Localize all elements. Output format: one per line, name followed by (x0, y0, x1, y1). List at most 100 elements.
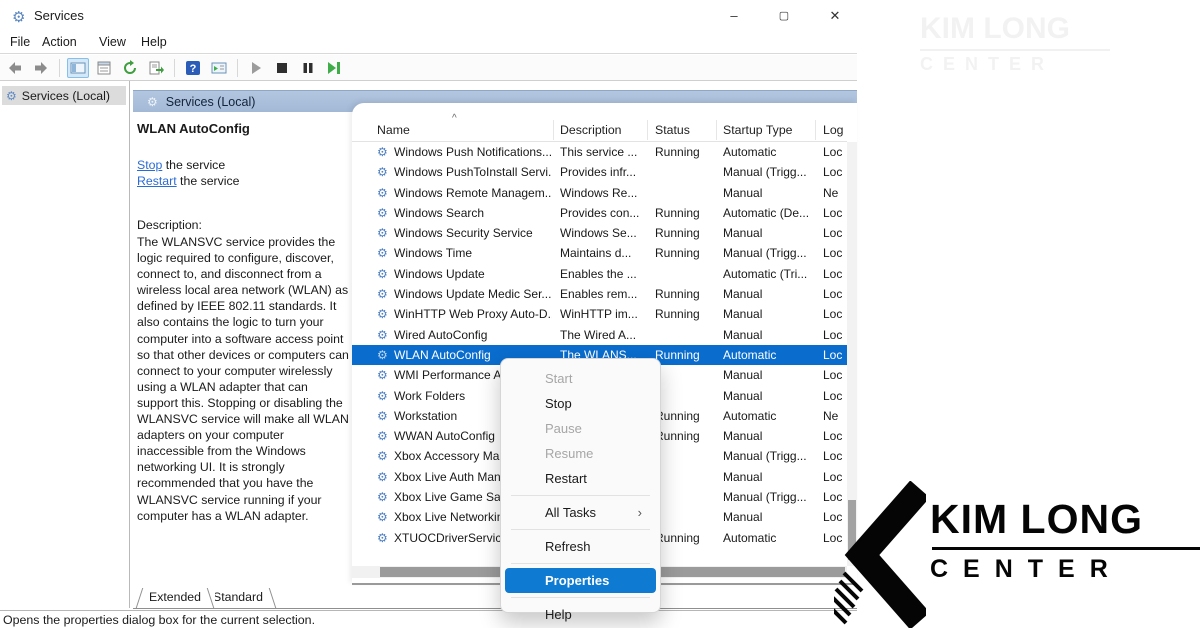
service-gear-icon: ⚙ (377, 162, 391, 182)
status-bar: Opens the properties dialog box for the … (0, 610, 857, 628)
service-gear-icon: ⚙ (377, 203, 391, 223)
menu-item-refresh[interactable]: Refresh (505, 534, 656, 559)
extended-view-icon[interactable] (208, 58, 230, 78)
column-divider[interactable] (647, 120, 648, 140)
menu-separator (511, 495, 650, 496)
service-logon-cell: Loc (823, 426, 847, 446)
column-header-description[interactable]: Description (560, 123, 622, 137)
restart-service-link[interactable]: Restart (137, 174, 177, 188)
stop-link-line: Stop the service (137, 157, 240, 173)
window-title: Services (34, 8, 84, 23)
service-description-cell: Windows Re... (560, 183, 646, 203)
selected-service-name: WLAN AutoConfig (137, 121, 250, 136)
column-divider[interactable] (553, 120, 554, 140)
forward-arrow-icon[interactable] (30, 58, 52, 78)
chevron-k-icon (834, 481, 926, 628)
table-row[interactable]: ⚙Windows TimeMaintains d...RunningManual… (352, 243, 847, 263)
service-gear-icon: ⚙ (377, 365, 391, 385)
service-logon-cell: Loc (823, 325, 847, 345)
service-status-cell (655, 386, 715, 406)
menu-action[interactable]: Action (42, 35, 77, 49)
menu-item-all-tasks[interactable]: All Tasks› (505, 500, 656, 525)
table-row[interactable]: ⚙Windows Update Medic Ser...Enables rem.… (352, 284, 847, 304)
table-row[interactable]: ⚙Windows SearchProvides con...RunningAut… (352, 203, 847, 223)
service-startup-cell: Manual (Trigg... (723, 243, 814, 263)
stop-service-link[interactable]: Stop (137, 158, 162, 172)
restart-link-line: Restart the service (137, 173, 240, 189)
service-logon-cell: Ne (823, 183, 847, 203)
service-startup-cell: Manual (723, 467, 814, 487)
service-status-cell (655, 487, 715, 507)
help-icon[interactable]: ? (182, 58, 204, 78)
kim-long-center-logo: KIM LONG CENTER (834, 488, 1200, 628)
menu-item-start[interactable]: Start (505, 366, 656, 391)
service-startup-cell: Automatic (723, 345, 814, 365)
service-description-cell: Provides infr... (560, 162, 646, 182)
faint-watermark: KIM LONG CENTER (920, 12, 1180, 102)
refresh-icon[interactable] (119, 58, 141, 78)
menu-file[interactable]: File (10, 35, 30, 49)
table-row[interactable]: ⚙WinHTTP Web Proxy Auto-D...WinHTTP im..… (352, 304, 847, 324)
column-header-name[interactable]: Name (377, 123, 410, 137)
table-row[interactable]: ⚙Windows PushToInstall Servi...Provides … (352, 162, 847, 182)
column-header-startup-type[interactable]: Startup Type (723, 123, 793, 137)
faint-watermark-line2: CENTER (920, 54, 1180, 75)
screenshot-root: KIM LONG CENTER ⚙ Services – ▢ ✕ File Ac… (0, 0, 1200, 628)
minimize-button[interactable]: – (724, 6, 744, 26)
service-startup-cell: Manual (723, 223, 814, 243)
service-gear-icon: ⚙ (377, 243, 391, 263)
service-name-cell: Wired AutoConfig (394, 325, 552, 345)
menu-separator (511, 597, 650, 598)
table-row[interactable]: ⚙Wired AutoConfigThe Wired A...ManualLoc (352, 325, 847, 345)
column-header-logon[interactable]: Log (823, 123, 844, 137)
service-status-cell: Running (655, 223, 715, 243)
column-divider[interactable] (815, 120, 816, 140)
service-gear-icon: ⚙ (377, 223, 391, 243)
menu-item-stop[interactable]: Stop (505, 391, 656, 416)
pause-service-icon[interactable] (297, 58, 319, 78)
tree-item-services-local[interactable]: ⚙ Services (Local) (2, 86, 126, 105)
properties-sheet-icon[interactable] (93, 58, 115, 78)
stop-service-icon[interactable] (271, 58, 293, 78)
column-divider[interactable] (716, 120, 717, 140)
menu-item-help[interactable]: Help (505, 602, 656, 627)
service-status-cell (655, 162, 715, 182)
tab-edge (269, 588, 276, 608)
service-status-cell (655, 325, 715, 345)
service-name-cell: Windows Push Notifications... (394, 142, 552, 162)
menu-item-properties[interactable]: Properties (505, 568, 656, 593)
tab-extended[interactable]: Extended (135, 588, 215, 608)
table-row[interactable]: ⚙Windows Security ServiceWindows Se...Ru… (352, 223, 847, 243)
status-bar-text: Opens the properties dialog box for the … (3, 613, 315, 627)
tab-strip-baseline (133, 608, 857, 609)
table-row[interactable]: ⚙Windows Push Notifications...This servi… (352, 142, 847, 162)
menu-item-restart[interactable]: Restart (505, 466, 656, 491)
table-row[interactable]: ⚙Windows UpdateEnables the ...Automatic … (352, 264, 847, 284)
table-row[interactable]: ⚙Windows Remote Managem...Windows Re...M… (352, 183, 847, 203)
submenu-arrow-icon: › (638, 500, 642, 525)
tab-extended-label: Extended (149, 590, 201, 604)
table-header: Name ^ Description Status Startup Type L… (352, 117, 847, 142)
menu-help[interactable]: Help (141, 35, 167, 49)
service-logon-cell: Loc (823, 223, 847, 243)
restart-service-icon[interactable] (323, 58, 345, 78)
service-description-cell: Maintains d... (560, 243, 646, 263)
services-gear-icon: ⚙ (147, 95, 158, 109)
service-logon-cell: Loc (823, 284, 847, 304)
menu-item-resume[interactable]: Resume (505, 441, 656, 466)
start-service-icon[interactable] (245, 58, 267, 78)
service-logon-cell: Loc (823, 446, 847, 466)
show-console-tree-icon[interactable] (67, 58, 89, 78)
menu-item-pause[interactable]: Pause (505, 416, 656, 441)
back-arrow-icon[interactable] (4, 58, 26, 78)
view-tabs: Extended Standard (133, 588, 857, 609)
faint-watermark-line1: KIM LONG (920, 12, 1180, 46)
export-list-icon[interactable] (145, 58, 167, 78)
column-header-status[interactable]: Status (655, 123, 690, 137)
description-label: Description: (137, 218, 202, 232)
service-gear-icon: ⚙ (377, 467, 391, 487)
service-gear-icon: ⚙ (377, 345, 391, 365)
menu-view[interactable]: View (99, 35, 126, 49)
close-button[interactable]: ✕ (825, 6, 845, 26)
maximize-button[interactable]: ▢ (774, 6, 794, 26)
